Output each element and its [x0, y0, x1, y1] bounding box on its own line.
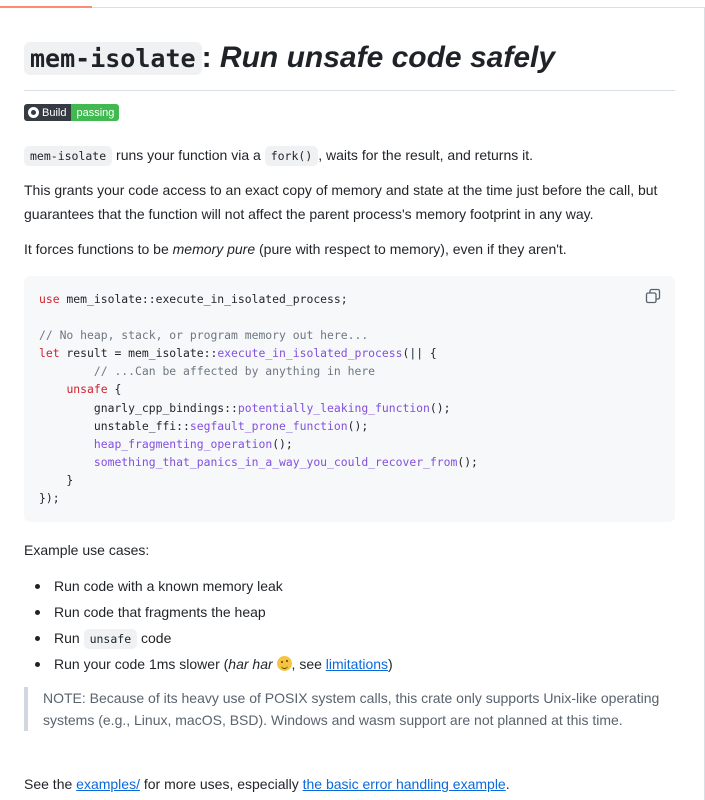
pure-text-after: (pure with respect to memory), even if t…: [255, 241, 567, 257]
intro-text-2: , waits for the result, and returns it.: [318, 147, 534, 163]
list-item-text: , see: [291, 656, 326, 672]
pure-emphasis: memory pure: [172, 241, 256, 257]
fn-execute: execute_in_isolated_process: [217, 346, 403, 361]
keyword-let: let: [39, 346, 60, 361]
fn-panics: something_that_panics_in_a_way_you_could…: [93, 454, 458, 469]
list-item: Run code that fragments the heap: [24, 600, 675, 626]
github-icon: [28, 107, 39, 118]
code-content: use mem_isolate::execute_in_isolated_pro…: [39, 292, 478, 506]
build-badge[interactable]: Build passing: [24, 104, 120, 121]
memory-pure-paragraph: It forces functions to be memory pure (p…: [24, 237, 675, 261]
inline-code-crate: mem-isolate: [24, 146, 113, 166]
code-block: use mem_isolate::execute_in_isolated_pro…: [24, 276, 675, 522]
intro-text-1: runs your function via a: [112, 147, 265, 163]
title-separator: :: [201, 41, 212, 74]
badge-left-label: Build: [42, 106, 67, 119]
intro-paragraph: mem-isolate runs your function via a for…: [24, 143, 675, 168]
list-item: Run your code 1ms slower (har har , see …: [24, 652, 675, 678]
note-blockquote: NOTE: Because of its heavy use of POSIX …: [24, 687, 663, 731]
fn-leaking: potentially_leaking_function: [237, 400, 430, 415]
badge-left: Build: [24, 104, 72, 121]
description-paragraph: This grants your code access to an exact…: [24, 182, 658, 222]
top-tab-bar: [0, 0, 705, 8]
list-item: Run code with a known memory leak: [24, 574, 675, 600]
list-item-text: Run code that fragments the heap: [54, 604, 266, 620]
footer-text: for more uses, especially: [139, 776, 303, 792]
list-item-text: Run code with a known memory leak: [54, 578, 283, 594]
badge-status: passing: [71, 104, 120, 121]
limitations-link[interactable]: limitations: [326, 656, 388, 672]
keyword-unsafe: unsafe: [66, 382, 108, 397]
footer-text: See the: [24, 776, 77, 792]
active-tab-indicator: [0, 6, 92, 8]
error-handling-example-link[interactable]: the basic error handling example: [303, 776, 506, 792]
keyword-use: use: [39, 292, 60, 306]
code-comment-inner: // ...Can be affected by anything in her…: [66, 364, 376, 379]
inline-code-fork: fork(): [264, 146, 319, 166]
footer-paragraph: See the examples/ for more uses, especia…: [24, 772, 675, 796]
title-tagline: Run unsafe code safely: [219, 41, 556, 74]
examples-link[interactable]: examples/: [76, 776, 140, 792]
fn-segfault: segfault_prone_function: [189, 418, 348, 433]
fn-heap: heap_fragmenting_operation: [93, 436, 273, 451]
list-item-emphasis: har har: [228, 656, 273, 672]
code-comment: // No heap, stack, or program memory out…: [39, 328, 369, 343]
list-item-text: code: [137, 630, 172, 646]
use-cases-list: Run code with a known memory leak Run co…: [24, 574, 675, 678]
footer-text: .: [505, 776, 510, 792]
copy-icon[interactable]: [645, 288, 661, 304]
use-cases-heading: Example use cases:: [24, 542, 150, 558]
page-title: mem-isolate: Run unsafe code safely: [24, 38, 675, 91]
list-item: Run unsafe code: [24, 626, 675, 652]
wink-emoji-icon: [276, 656, 292, 671]
title-code: mem-isolate: [24, 42, 202, 75]
list-item-text: Run: [54, 630, 84, 646]
inline-code-unsafe: unsafe: [83, 629, 138, 649]
list-item-text: Run your code 1ms slower (: [54, 656, 229, 672]
pure-text-before: It forces functions to be: [24, 241, 173, 257]
list-item-text: ): [388, 656, 393, 672]
